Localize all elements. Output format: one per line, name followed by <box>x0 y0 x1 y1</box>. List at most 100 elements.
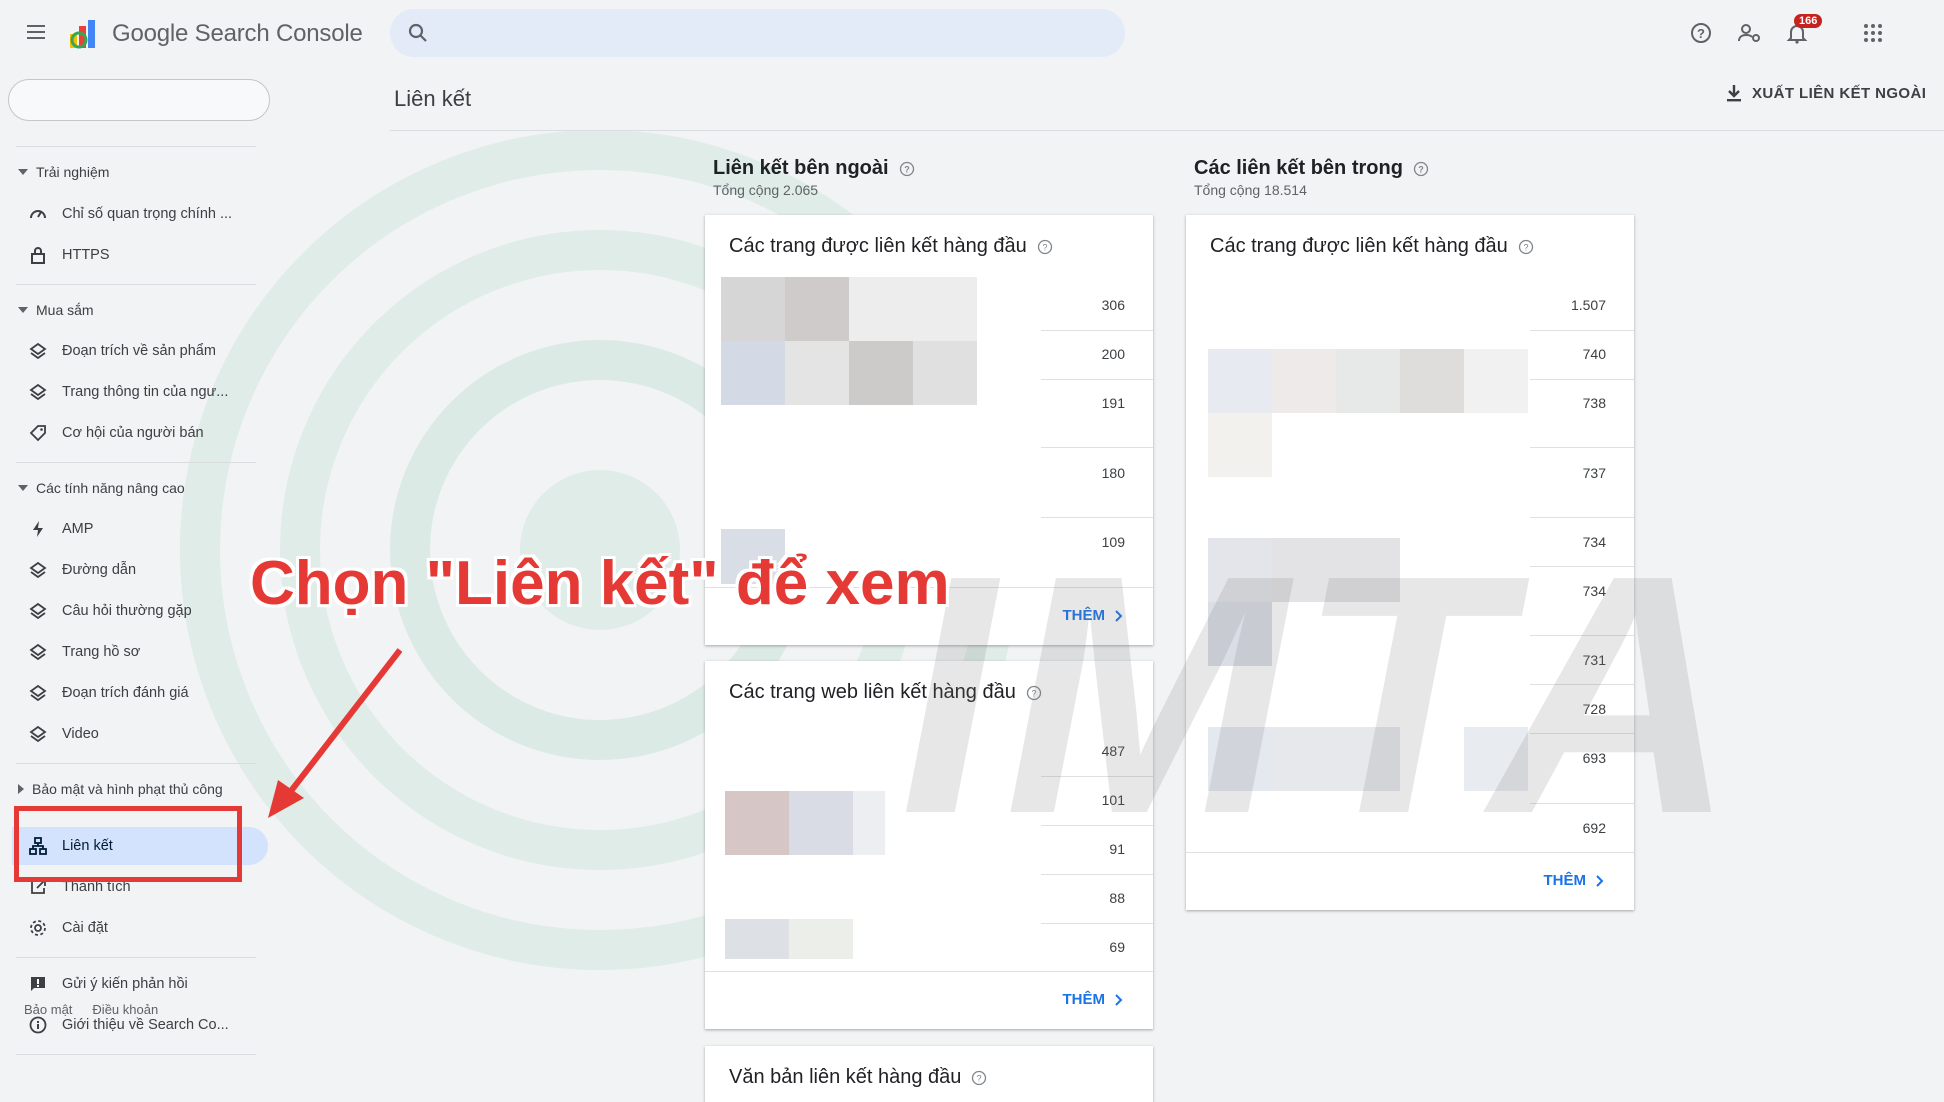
more-label: THÊM <box>1062 991 1106 1008</box>
terms-link[interactable]: Điều khoản <box>92 1002 158 1017</box>
row-divider <box>1041 517 1153 518</box>
redacted-thumbnail <box>721 277 785 341</box>
more-button[interactable]: THÊM <box>1063 991 1124 1008</box>
more-button[interactable]: THÊM <box>1063 607 1124 624</box>
help-icon[interactable]: ? <box>1037 239 1053 255</box>
redacted-thumbnail <box>1208 413 1272 477</box>
redacted-thumbnail <box>785 341 849 405</box>
sidebar-item-achievements[interactable]: Thành tích <box>12 868 268 906</box>
sidebar-item-merchant-opportunities[interactable]: Cơ hội của người bán <box>12 414 268 452</box>
notifications-icon[interactable]: 166 <box>1782 14 1823 48</box>
caret-down-icon <box>18 169 28 175</box>
section-experience[interactable]: Trải nghiệm <box>18 164 109 180</box>
svg-text:?: ? <box>904 164 910 174</box>
download-icon <box>1727 85 1741 102</box>
sidebar-item-review-snippets[interactable]: Đoạn trích đánh giá <box>12 674 268 712</box>
caret-right-icon <box>18 784 24 794</box>
internal-total: Tổng cộng 18.514 <box>1194 182 1307 198</box>
header-divider <box>390 130 1944 131</box>
layers-icon <box>26 380 50 404</box>
nav-label: Video <box>62 726 99 742</box>
redacted-thumbnail <box>789 919 853 959</box>
speedometer-icon <box>26 202 50 226</box>
redacted-thumbnail <box>849 277 977 341</box>
caret-down-icon <box>18 485 28 491</box>
link-count: 734 <box>1582 583 1606 599</box>
layers-icon <box>26 681 50 705</box>
link-count: 69 <box>1109 939 1125 955</box>
nav-label: Chỉ số quan trọng chính ... <box>62 206 233 222</box>
row-divider <box>1041 923 1153 924</box>
sidebar-item-merchant-listings[interactable]: Trang thông tin của ngư... <box>12 373 268 411</box>
redacted-thumbnail <box>1272 727 1400 791</box>
external-link-icon <box>26 875 50 899</box>
layers-icon <box>26 339 50 363</box>
sidebar-divider <box>16 462 256 463</box>
notifications-badge: 166 <box>1794 14 1823 28</box>
sidebar-item-product-snippets[interactable]: Đoạn trích về sản phẩm <box>12 332 268 370</box>
section-shopping[interactable]: Mua sắm <box>18 302 94 318</box>
search-icon <box>408 23 427 42</box>
property-selector[interactable] <box>8 79 270 121</box>
help-icon[interactable]: ? <box>899 161 915 177</box>
sidebar-item-amp[interactable]: AMP <box>12 510 268 548</box>
nav-label: HTTPS <box>62 247 110 263</box>
help-icon[interactable]: ? <box>1413 161 1429 177</box>
help-icon[interactable]: ? <box>971 1070 987 1086</box>
sidebar-item-settings[interactable]: Cài đặt <box>12 909 268 947</box>
link-count: 728 <box>1582 701 1606 717</box>
search-bar[interactable] <box>390 9 1125 57</box>
link-count: 91 <box>1109 841 1125 857</box>
sidebar-item-links[interactable]: Liên kết <box>12 827 268 865</box>
row-divider <box>1041 874 1153 875</box>
sidebar-item-breadcrumbs[interactable]: Đường dẫn <box>12 551 268 589</box>
nav-label: Giới thiệu về Search Co... <box>62 1017 229 1033</box>
card-title: Văn bản liên kết hàng đầu ? <box>729 1066 987 1089</box>
section-security[interactable]: Bảo mật và hình phạt thủ công <box>18 781 223 797</box>
help-icon[interactable]: ? <box>1026 685 1042 701</box>
sidebar-item-profile-page[interactable]: Trang hồ sơ <box>12 633 268 671</box>
redacted-thumbnail <box>1464 727 1528 791</box>
bolt-icon <box>26 517 50 541</box>
sidebar-item-video[interactable]: Video <box>12 715 268 753</box>
privacy-link[interactable]: Bảo mật <box>24 1002 72 1017</box>
layers-icon <box>26 640 50 664</box>
card-footer-divider <box>705 971 1153 972</box>
nav-label: Cài đặt <box>62 920 108 936</box>
redacted-thumbnail <box>1208 602 1272 666</box>
nav-label: Gửi ý kiến phản hồi <box>62 976 188 992</box>
sidebar-item-faq[interactable]: Câu hỏi thường gặp <box>12 592 268 630</box>
apps-grid-icon[interactable] <box>1858 18 1888 48</box>
svg-text:?: ? <box>1418 164 1424 174</box>
annotation-text: Chọn "Liên kết" để xem <box>250 549 950 618</box>
nav-label: Đoạn trích về sản phẩm <box>62 343 216 359</box>
menu-icon[interactable] <box>22 18 50 46</box>
feedback-icon <box>26 972 50 996</box>
manage-users-icon[interactable] <box>1734 18 1764 48</box>
card-title-label: Các trang web liên kết hàng đầu <box>729 681 1016 703</box>
svg-text:?: ? <box>977 1073 982 1083</box>
svg-text:?: ? <box>1042 242 1047 252</box>
card-title-label: Các trang được liên kết hàng đầu <box>1210 235 1508 257</box>
help-icon[interactable]: ? <box>1686 18 1716 48</box>
help-icon[interactable]: ? <box>1518 239 1534 255</box>
section-enhancements[interactable]: Các tính năng nâng cao <box>18 480 185 496</box>
section-label: Các tính năng nâng cao <box>36 480 185 496</box>
redacted-thumbnail <box>853 791 885 855</box>
row-divider <box>1041 330 1153 331</box>
more-button[interactable]: THÊM <box>1544 872 1605 889</box>
row-divider <box>1530 566 1634 567</box>
row-divider <box>1530 447 1634 448</box>
sidebar-item-feedback[interactable]: Gửi ý kiến phản hồi <box>12 965 268 1003</box>
link-count: 734 <box>1582 534 1606 550</box>
row-divider <box>1041 776 1153 777</box>
app-title: Google Search Console <box>112 20 363 47</box>
caret-down-icon <box>18 307 28 313</box>
sidebar-item-https[interactable]: HTTPS <box>12 236 268 274</box>
redacted-thumbnail <box>725 919 789 959</box>
export-external-links-button[interactable]: XUẤT LIÊN KẾT NGOÀI <box>1726 84 1926 102</box>
sidebar-item-core-web-vitals[interactable]: Chỉ số quan trọng chính ... <box>12 195 268 233</box>
external-links-heading: Liên kết bên ngoài ? <box>713 157 915 180</box>
redacted-thumbnail <box>721 341 785 405</box>
row-divider <box>1041 825 1153 826</box>
